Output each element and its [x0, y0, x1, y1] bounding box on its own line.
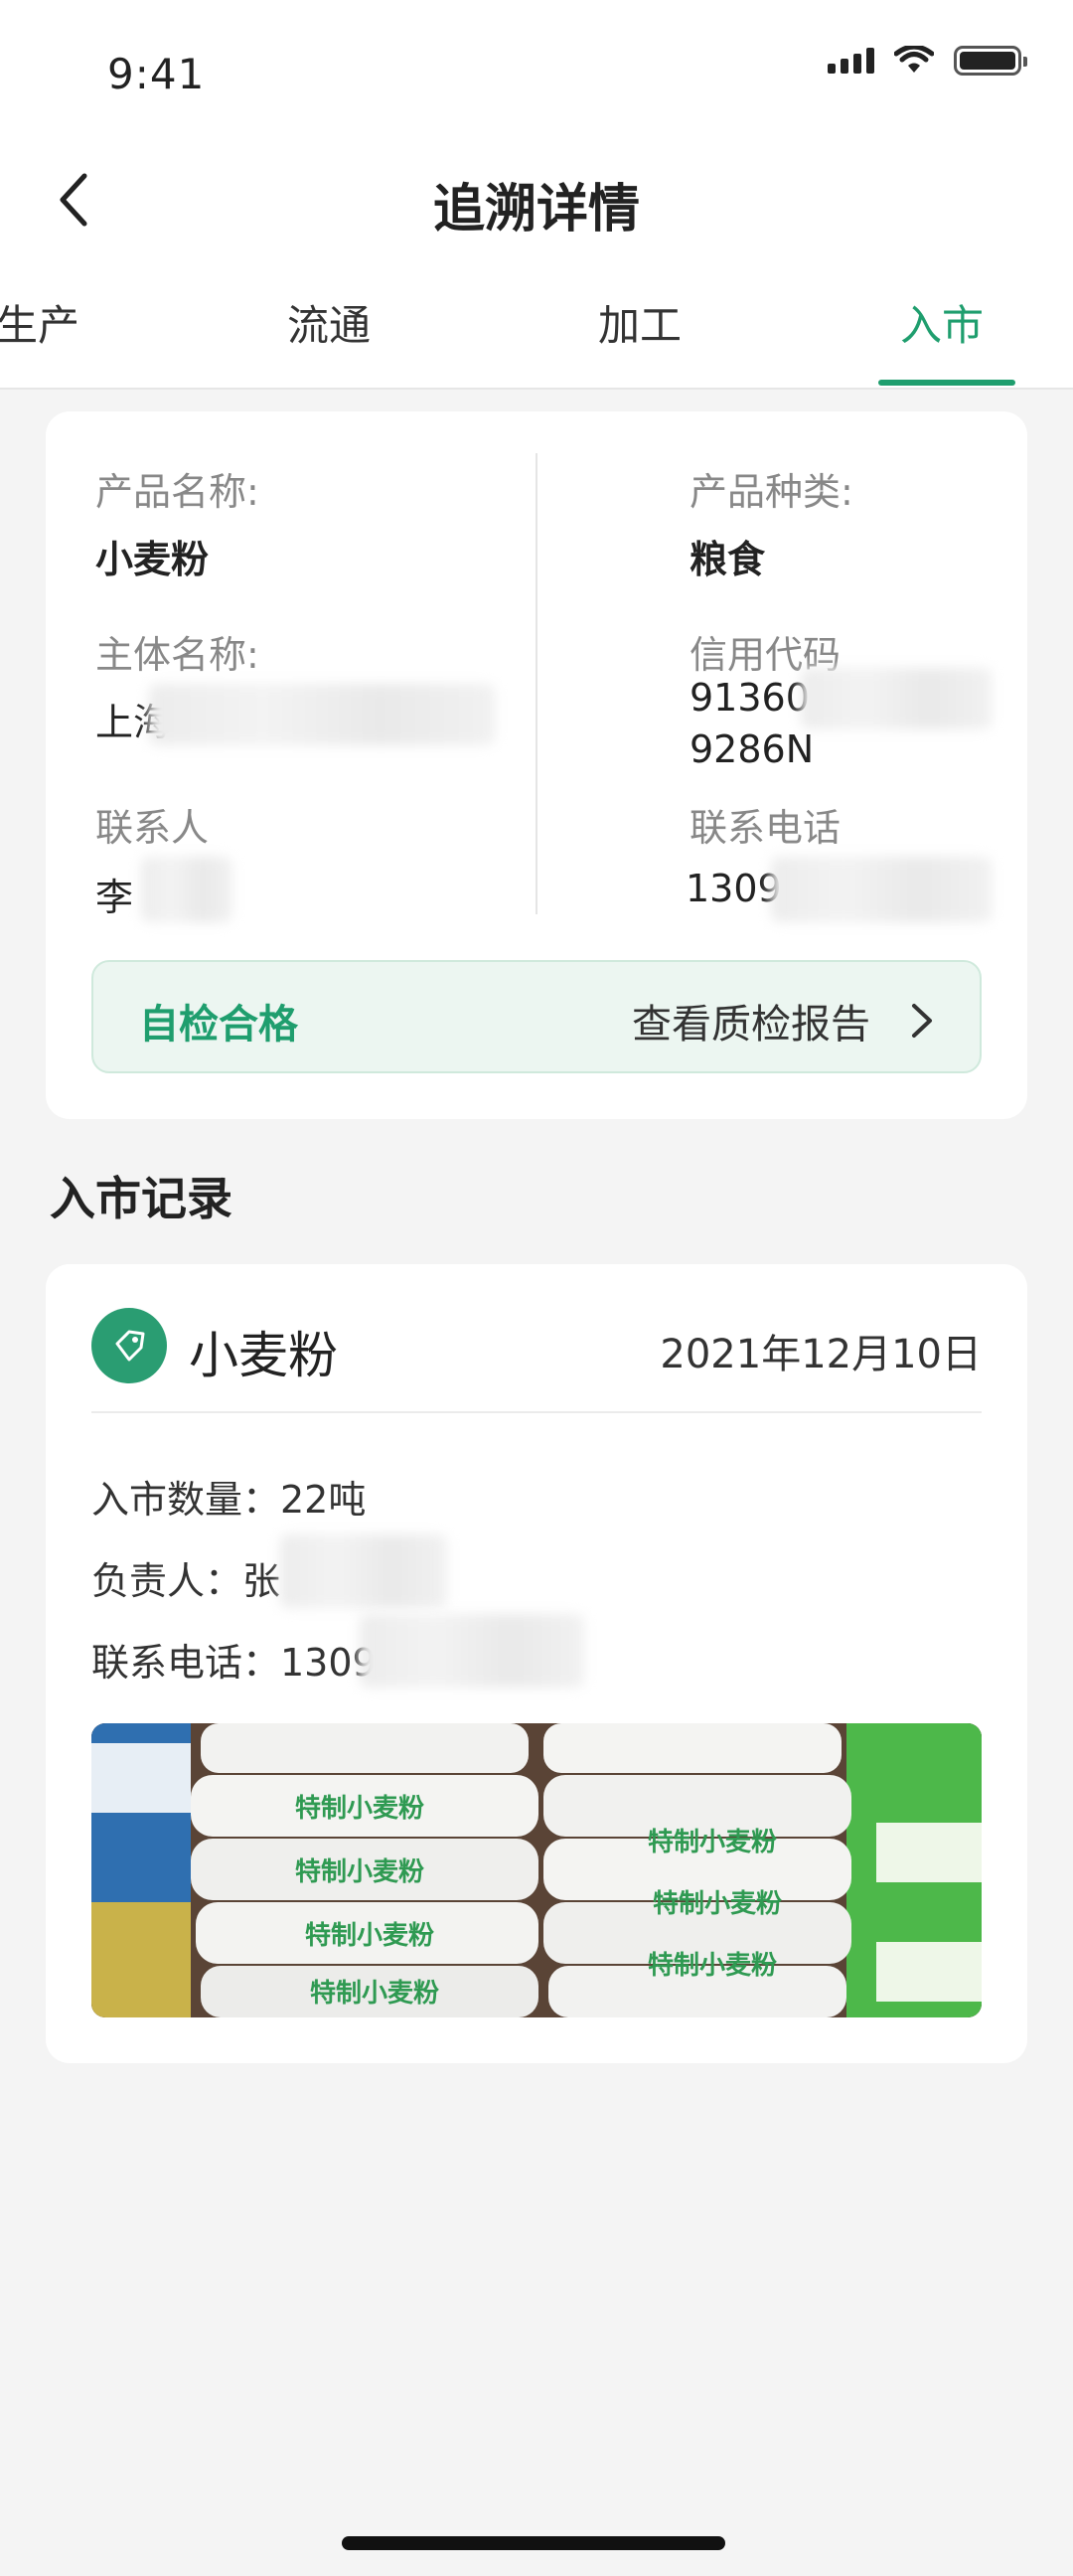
- record-phone: 联系电话：1309: [91, 1641, 377, 1685]
- redacted-contact-phone: [771, 857, 992, 922]
- product-photo[interactable]: 特制小麦粉 特制小麦粉 特制小麦粉 特制小麦粉 特制小麦粉 特制小麦粉 特制小麦…: [91, 1723, 982, 2017]
- record-divider: [91, 1411, 982, 1413]
- contact-person-value: 李: [95, 876, 134, 919]
- product-type-value: 粮食: [690, 538, 766, 581]
- market-entry-record-card: 小麦粉 2021年12月10日 入市数量：22吨 负责人：张 联系电话：1309: [46, 1264, 1027, 2063]
- cellular-signal-icon: [828, 48, 874, 74]
- tab-bar: 生产 流通 加工 入市: [0, 248, 1073, 390]
- chevron-right-icon: [912, 1004, 932, 1038]
- record-date: 2021年12月10日: [660, 1332, 982, 1377]
- product-type-label: 产品种类:: [690, 470, 853, 514]
- active-tab-indicator: [878, 380, 1015, 386]
- bag-label-6: 特制小麦粉: [653, 1888, 782, 1919]
- column-divider: [536, 453, 537, 914]
- credit-code-line1: 91360: [690, 676, 810, 720]
- entity-name-label: 主体名称:: [95, 633, 259, 677]
- bag-label-7: 特制小麦粉: [648, 1950, 777, 1981]
- redacted-entity-name: [149, 684, 495, 745]
- self-check-status: 自检合格: [139, 1002, 298, 1047]
- nav-bar: 追溯详情: [0, 149, 1073, 248]
- home-indicator[interactable]: [342, 2536, 725, 2550]
- battery-icon: [954, 46, 1027, 76]
- record-quantity: 入市数量：22吨: [91, 1478, 367, 1522]
- bag-label-4: 特制小麦粉: [310, 1978, 439, 2009]
- redacted-record-phone: [360, 1614, 584, 1688]
- records-section-title: 入市记录: [50, 1172, 232, 1225]
- record-person: 负责人：张: [91, 1559, 281, 1603]
- tab-market-entry[interactable]: 入市: [900, 292, 984, 353]
- product-name-value: 小麦粉: [95, 538, 210, 581]
- status-icons: [828, 46, 1027, 76]
- redacted-contact-person: [141, 857, 232, 922]
- product-tag-icon: [91, 1308, 167, 1383]
- bag-label-1: 特制小麦粉: [295, 1793, 424, 1824]
- redacted-record-person: [280, 1534, 447, 1608]
- product-name-label: 产品名称:: [95, 470, 259, 514]
- bag-label-3: 特制小麦粉: [305, 1920, 434, 1951]
- tab-production[interactable]: 生产: [0, 292, 79, 353]
- product-info-card: 产品名称: 小麦粉 产品种类: 粮食 主体名称: 上海 信用代码 91360 9…: [46, 411, 1027, 1119]
- contact-phone-value: 1309: [686, 867, 782, 910]
- tab-circulation[interactable]: 流通: [287, 292, 371, 353]
- redacted-credit-code: [801, 668, 992, 729]
- status-bar: 9:41: [0, 0, 1073, 149]
- record-product-name: 小麦粉: [189, 1327, 338, 1384]
- credit-code-line2: 9286N: [690, 727, 815, 771]
- contact-phone-label: 联系电话: [690, 806, 842, 850]
- wifi-icon: [894, 46, 934, 73]
- page-title: 追溯详情: [432, 180, 640, 240]
- view-report-link[interactable]: 查看质检报告: [632, 992, 870, 1049]
- tab-processing[interactable]: 加工: [598, 292, 682, 353]
- quality-check-banner[interactable]: 自检合格 查看质检报告: [91, 960, 982, 1073]
- status-time: 9:41: [107, 50, 206, 98]
- bag-label-5: 特制小麦粉: [648, 1827, 777, 1857]
- bag-label-2: 特制小麦粉: [295, 1856, 424, 1887]
- contact-person-label: 联系人: [95, 806, 210, 850]
